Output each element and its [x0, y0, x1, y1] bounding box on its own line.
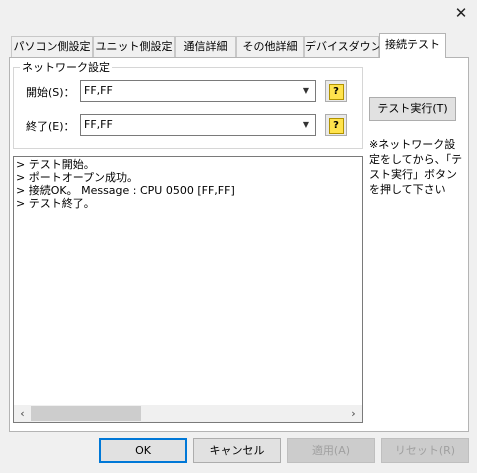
tab-device-down[interactable]: デバイスダウン [304, 36, 382, 57]
help-icon: ? [328, 118, 344, 134]
log-line: > テスト開始。 [16, 158, 95, 171]
end-combo-value: FF,FF [84, 118, 113, 131]
chevron-down-icon[interactable]: ▼ [298, 82, 314, 100]
end-combo[interactable]: FF,FF ▼ [80, 114, 316, 136]
ok-button[interactable]: OK [99, 438, 187, 463]
run-test-button[interactable]: テスト実行(T) [369, 97, 456, 121]
log-line: > 接続OK。 Message : CPU 0500 [FF,FF] [16, 184, 235, 197]
start-combo-value: FF,FF [84, 84, 113, 97]
scroll-right-icon[interactable]: › [345, 405, 362, 422]
reset-button[interactable]: リセット(R) [381, 438, 469, 463]
scroll-left-icon[interactable]: ‹ [14, 405, 31, 422]
close-icon[interactable]: ✕ [448, 2, 474, 24]
end-help-button[interactable]: ? [325, 114, 347, 136]
scroll-thumb[interactable] [31, 406, 141, 421]
chevron-down-icon[interactable]: ▼ [298, 116, 314, 134]
test-log[interactable]: > テスト開始。 > ポートオープン成功。 > 接続OK。 Message : … [13, 156, 363, 423]
tab-pc-settings[interactable]: パソコン側設定 [11, 36, 93, 57]
tab-unit-settings[interactable]: ユニット側設定 [93, 36, 175, 57]
tab-connection-test[interactable]: 接続テスト [379, 33, 446, 58]
apply-button[interactable]: 適用(A) [287, 438, 375, 463]
horizontal-scrollbar[interactable]: ‹ › [14, 405, 362, 422]
network-group-label: ネットワーク設定 [20, 59, 112, 75]
help-icon: ? [328, 84, 344, 100]
start-combo[interactable]: FF,FF ▼ [80, 80, 316, 102]
start-label: 開始(S)： [26, 86, 75, 99]
log-line: > テスト終了。 [16, 197, 95, 210]
tab-other-details[interactable]: その他詳細 [236, 36, 304, 57]
end-label: 終了(E)： [26, 120, 75, 133]
log-line: > ポートオープン成功。 [16, 171, 139, 184]
tab-comm-details[interactable]: 通信詳細 [175, 36, 236, 57]
instruction-note: ※ネットワーク設定をしてから、「テスト実行」ボタンを押して下さい [369, 138, 463, 196]
start-help-button[interactable]: ? [325, 80, 347, 102]
cancel-button[interactable]: キャンセル [193, 438, 281, 463]
